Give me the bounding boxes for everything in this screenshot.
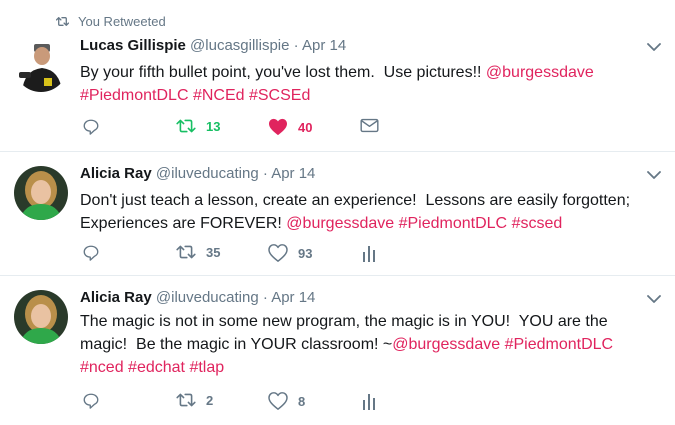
avatar[interactable]: [14, 166, 68, 220]
analytics-icon: [363, 246, 375, 262]
tweet-date[interactable]: Apr 14: [271, 165, 315, 182]
reply-button[interactable]: [82, 392, 100, 410]
tweet[interactable]: Alicia Ray @iluveducating · Apr 14 The m…: [0, 276, 675, 425]
analytics-button[interactable]: [362, 392, 376, 410]
tweet-text-line: By your fifth bullet point, you've lost …: [80, 61, 655, 84]
like-button[interactable]: 93: [268, 244, 312, 262]
mention-link[interactable]: @burgessdave: [392, 336, 500, 353]
author-handle[interactable]: @iluveducating: [156, 289, 259, 306]
hashtag-link[interactable]: #PiedmontDLC: [399, 215, 508, 232]
hashtag-link[interactable]: #tlap: [189, 359, 224, 376]
like-button[interactable]: 8: [268, 392, 305, 410]
tweet-text-segment: magic! Be the magic in YOUR classroom! ~: [80, 336, 393, 353]
reply-icon: [83, 393, 99, 409]
hashtag-link[interactable]: #NCEd: [193, 87, 245, 104]
chevron-down-icon[interactable]: [647, 170, 661, 180]
separator: ·: [258, 165, 272, 182]
like-count: 8: [298, 393, 306, 409]
tweet-text-segment: Experiences are FOREVER!: [80, 215, 287, 232]
chevron-down-icon[interactable]: [647, 42, 661, 52]
mention-link[interactable]: @burgessdave: [286, 215, 394, 232]
heart-icon: [268, 244, 288, 262]
author-name[interactable]: Alicia Ray: [80, 289, 152, 306]
heart-icon: [268, 392, 288, 410]
retweet-icon: [56, 17, 69, 26]
tweet-text-line: Don't just teach a lesson, create an exp…: [80, 189, 655, 212]
tweet-date[interactable]: Apr 14: [271, 289, 315, 306]
tweet-text-line: Experiences are FOREVER! @burgessdave #P…: [80, 212, 655, 235]
retweet-button[interactable]: 13: [176, 118, 220, 134]
author-handle[interactable]: @lucasgillispie: [190, 37, 289, 54]
tweet-text: The magic is not in some new program, th…: [80, 310, 655, 379]
chevron-down-icon[interactable]: [647, 294, 661, 304]
like-count: 93: [298, 245, 313, 261]
tweet-date[interactable]: Apr 14: [302, 37, 346, 54]
mention-link[interactable]: @burgessdave: [486, 64, 594, 81]
analytics-button[interactable]: [362, 244, 376, 262]
analytics-icon: [363, 394, 375, 410]
author-name[interactable]: Lucas Gillispie: [80, 37, 186, 54]
author-name[interactable]: Alicia Ray: [80, 165, 152, 182]
tweet-text-line: The magic is not in some new program, th…: [80, 310, 655, 333]
tweet[interactable]: You Retweeted Lucas Gillispie @lucasgill…: [0, 0, 675, 152]
author-handle[interactable]: @iluveducating: [156, 165, 259, 182]
tweet-text-line: magic! Be the magic in YOUR classroom! ~…: [80, 333, 655, 356]
retweet-context: You Retweeted: [56, 14, 166, 29]
reply-button[interactable]: [82, 244, 100, 262]
avatar[interactable]: [14, 290, 68, 344]
hashtag-link[interactable]: #scsed: [512, 215, 563, 232]
avatar-image: [14, 166, 68, 220]
retweet-icon: [176, 119, 196, 133]
envelope-icon: [360, 118, 379, 133]
tweet-text-segment: The magic is not in some new program, th…: [80, 313, 608, 330]
hashtag-link[interactable]: #PiedmontDLC: [505, 336, 614, 353]
direct-message-button[interactable]: [360, 118, 379, 133]
retweet-count: 35: [206, 244, 221, 260]
tweet[interactable]: Alicia Ray @iluveducating · Apr 14 Don't…: [0, 152, 675, 276]
retweet-icon: [176, 393, 196, 407]
retweet-count: 2: [206, 392, 214, 408]
separator: ·: [258, 289, 272, 306]
tweet-text-segment: Don't just teach a lesson, create an exp…: [80, 192, 631, 209]
retweet-button[interactable]: 2: [176, 392, 213, 408]
tweet-text: By your fifth bullet point, you've lost …: [80, 61, 655, 107]
separator: ·: [289, 37, 302, 54]
like-button[interactable]: 40: [268, 118, 312, 136]
reply-icon: [83, 119, 99, 135]
reply-icon: [83, 245, 99, 261]
retweet-icon: [176, 245, 196, 259]
tweet-text-line: #nced #edchat #tlap: [80, 356, 655, 379]
reply-button[interactable]: [82, 118, 100, 136]
tweet-text-segment: By your fifth bullet point, you've lost …: [80, 64, 486, 81]
tweet-text-line: #PiedmontDLC #NCEd #SCSEd: [80, 84, 655, 107]
hashtag-link[interactable]: #nced: [80, 359, 124, 376]
hashtag-link[interactable]: #edchat: [128, 359, 185, 376]
hashtag-link[interactable]: #PiedmontDLC: [80, 87, 189, 104]
like-count: 40: [298, 119, 313, 135]
avatar-image: [14, 38, 68, 92]
retweet-count: 13: [206, 118, 221, 134]
heart-icon: [269, 118, 287, 136]
avatar-image: [14, 290, 68, 344]
retweet-button[interactable]: 35: [176, 244, 220, 260]
tweet-text: Don't just teach a lesson, create an exp…: [80, 189, 655, 235]
retweet-context-label: You Retweeted: [78, 14, 166, 29]
avatar[interactable]: [14, 38, 68, 92]
hashtag-link[interactable]: #SCSEd: [249, 87, 310, 104]
